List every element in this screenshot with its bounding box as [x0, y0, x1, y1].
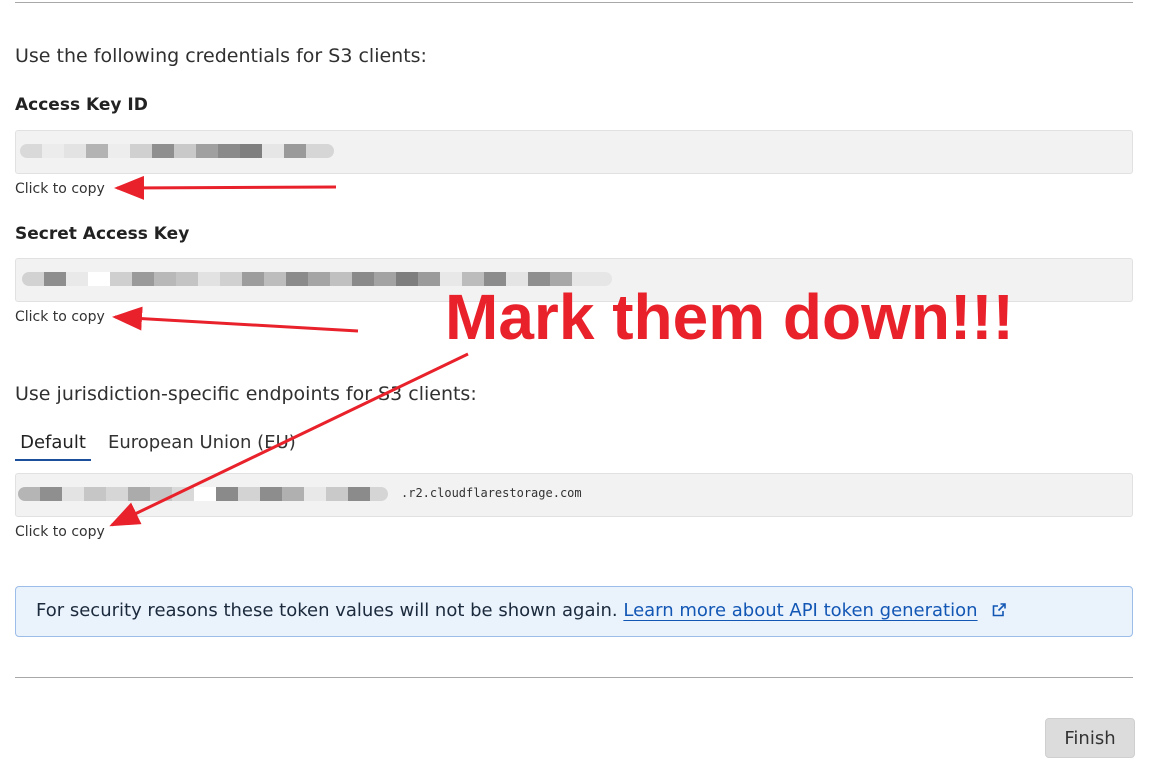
secret-key-label: Secret Access Key [15, 224, 190, 244]
api-token-docs-link[interactable]: Learn more about API token generation [623, 600, 977, 621]
annotation-text: Mark them down!!! [445, 281, 1014, 353]
access-key-copy-hint[interactable]: Click to copy [15, 181, 105, 197]
access-key-field[interactable] [15, 130, 1133, 174]
arrow-to-access-key-copy [114, 175, 337, 200]
access-key-label: Access Key ID [15, 95, 148, 115]
endpoints-heading: Use jurisdiction-specific endpoints for … [15, 383, 477, 405]
tab-default[interactable]: Default [15, 432, 91, 461]
annotation-arrows [109, 175, 469, 527]
endpoint-suffix: .r2.cloudflarestorage.com [401, 486, 582, 500]
credentials-intro: Use the following credentials for S3 cli… [15, 45, 427, 67]
finish-button[interactable]: Finish [1045, 718, 1135, 758]
security-notice-text: For security reasons these token values … [36, 600, 618, 621]
top-divider [15, 2, 1133, 3]
arrow-to-secret-key-copy [112, 306, 359, 333]
endpoint-field[interactable]: .r2.cloudflarestorage.com [15, 473, 1133, 517]
security-notice: For security reasons these token values … [15, 586, 1133, 637]
secret-key-copy-hint[interactable]: Click to copy [15, 309, 105, 325]
redacted-access-key [20, 144, 334, 158]
redacted-account-id [18, 487, 388, 501]
endpoint-copy-hint[interactable]: Click to copy [15, 524, 105, 540]
tab-european-union[interactable]: European Union (EU) [108, 432, 296, 453]
bottom-divider [15, 677, 1133, 678]
external-link-icon[interactable] [991, 602, 1007, 623]
